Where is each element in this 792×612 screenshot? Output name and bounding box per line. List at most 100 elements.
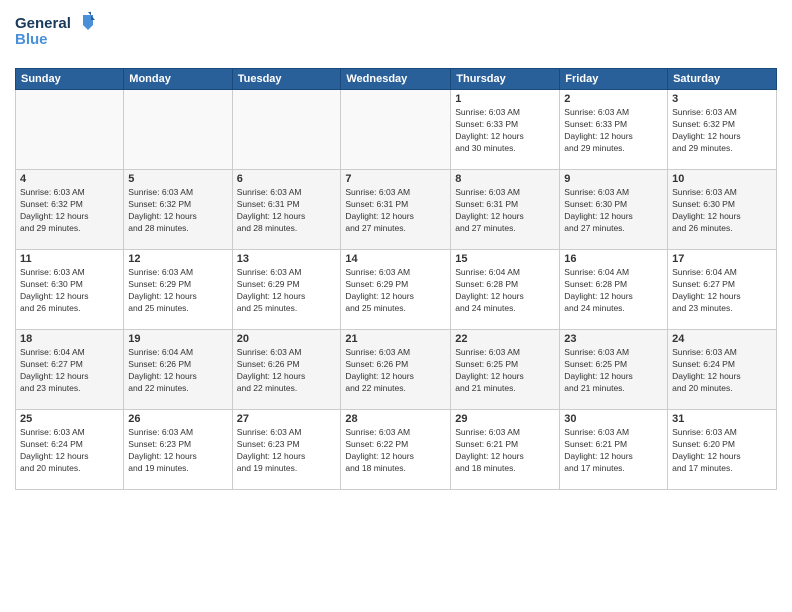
calendar-cell: 24 Sunrise: 6:03 AM Sunset: 6:24 PM Dayli… bbox=[668, 330, 777, 410]
day-info: Sunrise: 6:04 AM Sunset: 6:28 PM Dayligh… bbox=[455, 267, 555, 315]
day-number: 24 bbox=[672, 333, 772, 345]
day-number: 21 bbox=[345, 333, 446, 345]
day-of-week-header: Wednesday bbox=[341, 69, 451, 90]
day-number: 8 bbox=[455, 173, 555, 185]
day-number: 30 bbox=[564, 413, 663, 425]
svg-text:General: General bbox=[15, 15, 71, 32]
day-number: 3 bbox=[672, 93, 772, 105]
svg-text:Blue: Blue bbox=[15, 31, 48, 48]
calendar-cell: 10 Sunrise: 6:03 AM Sunset: 6:30 PM Dayli… bbox=[668, 170, 777, 250]
day-info: Sunrise: 6:03 AM Sunset: 6:21 PM Dayligh… bbox=[455, 427, 555, 475]
day-number: 29 bbox=[455, 413, 555, 425]
day-number: 11 bbox=[20, 253, 119, 265]
day-info: Sunrise: 6:03 AM Sunset: 6:31 PM Dayligh… bbox=[455, 187, 555, 235]
calendar-cell bbox=[124, 90, 232, 170]
day-info: Sunrise: 6:03 AM Sunset: 6:33 PM Dayligh… bbox=[455, 107, 555, 155]
day-info: Sunrise: 6:03 AM Sunset: 6:20 PM Dayligh… bbox=[672, 427, 772, 475]
logo: General Blue bbox=[15, 10, 105, 60]
calendar-table: SundayMondayTuesdayWednesdayThursdayFrid… bbox=[15, 68, 777, 490]
calendar-cell: 27 Sunrise: 6:03 AM Sunset: 6:23 PM Dayli… bbox=[232, 410, 341, 490]
day-number: 6 bbox=[237, 173, 337, 185]
day-info: Sunrise: 6:03 AM Sunset: 6:23 PM Dayligh… bbox=[128, 427, 227, 475]
calendar-cell: 15 Sunrise: 6:04 AM Sunset: 6:28 PM Dayli… bbox=[451, 250, 560, 330]
day-info: Sunrise: 6:03 AM Sunset: 6:29 PM Dayligh… bbox=[345, 267, 446, 315]
calendar-cell: 25 Sunrise: 6:03 AM Sunset: 6:24 PM Dayli… bbox=[16, 410, 124, 490]
calendar-cell: 7 Sunrise: 6:03 AM Sunset: 6:31 PM Daylig… bbox=[341, 170, 451, 250]
day-number: 20 bbox=[237, 333, 337, 345]
calendar-cell: 3 Sunrise: 6:03 AM Sunset: 6:32 PM Daylig… bbox=[668, 90, 777, 170]
calendar-header-row: SundayMondayTuesdayWednesdayThursdayFrid… bbox=[16, 69, 777, 90]
day-number: 10 bbox=[672, 173, 772, 185]
calendar-cell: 5 Sunrise: 6:03 AM Sunset: 6:32 PM Daylig… bbox=[124, 170, 232, 250]
day-info: Sunrise: 6:03 AM Sunset: 6:25 PM Dayligh… bbox=[455, 347, 555, 395]
day-info: Sunrise: 6:03 AM Sunset: 6:26 PM Dayligh… bbox=[237, 347, 337, 395]
day-number: 12 bbox=[128, 253, 227, 265]
calendar-week-row: 11 Sunrise: 6:03 AM Sunset: 6:30 PM Dayli… bbox=[16, 250, 777, 330]
calendar-week-row: 4 Sunrise: 6:03 AM Sunset: 6:32 PM Daylig… bbox=[16, 170, 777, 250]
day-info: Sunrise: 6:03 AM Sunset: 6:30 PM Dayligh… bbox=[564, 187, 663, 235]
day-number: 15 bbox=[455, 253, 555, 265]
day-info: Sunrise: 6:03 AM Sunset: 6:29 PM Dayligh… bbox=[237, 267, 337, 315]
day-info: Sunrise: 6:03 AM Sunset: 6:24 PM Dayligh… bbox=[672, 347, 772, 395]
day-number: 19 bbox=[128, 333, 227, 345]
day-info: Sunrise: 6:04 AM Sunset: 6:27 PM Dayligh… bbox=[672, 267, 772, 315]
day-info: Sunrise: 6:03 AM Sunset: 6:31 PM Dayligh… bbox=[345, 187, 446, 235]
day-number: 23 bbox=[564, 333, 663, 345]
calendar-cell: 22 Sunrise: 6:03 AM Sunset: 6:25 PM Dayli… bbox=[451, 330, 560, 410]
day-info: Sunrise: 6:03 AM Sunset: 6:31 PM Dayligh… bbox=[237, 187, 337, 235]
calendar-week-row: 1Sunrise: 6:03 AM Sunset: 6:33 PM Daylig… bbox=[16, 90, 777, 170]
calendar-cell: 11 Sunrise: 6:03 AM Sunset: 6:30 PM Dayli… bbox=[16, 250, 124, 330]
calendar-cell: 19 Sunrise: 6:04 AM Sunset: 6:26 PM Dayli… bbox=[124, 330, 232, 410]
day-number: 17 bbox=[672, 253, 772, 265]
calendar-cell: 1Sunrise: 6:03 AM Sunset: 6:33 PM Daylig… bbox=[451, 90, 560, 170]
day-info: Sunrise: 6:04 AM Sunset: 6:28 PM Dayligh… bbox=[564, 267, 663, 315]
day-info: Sunrise: 6:03 AM Sunset: 6:21 PM Dayligh… bbox=[564, 427, 663, 475]
calendar-cell bbox=[341, 90, 451, 170]
day-info: Sunrise: 6:03 AM Sunset: 6:25 PM Dayligh… bbox=[564, 347, 663, 395]
page-container: General Blue SundayMondayTuesdayWednesda… bbox=[0, 0, 792, 612]
day-info: Sunrise: 6:04 AM Sunset: 6:26 PM Dayligh… bbox=[128, 347, 227, 395]
day-info: Sunrise: 6:03 AM Sunset: 6:26 PM Dayligh… bbox=[345, 347, 446, 395]
day-number: 31 bbox=[672, 413, 772, 425]
day-number: 5 bbox=[128, 173, 227, 185]
calendar-cell: 31 Sunrise: 6:03 AM Sunset: 6:20 PM Dayli… bbox=[668, 410, 777, 490]
calendar-cell: 21 Sunrise: 6:03 AM Sunset: 6:26 PM Dayli… bbox=[341, 330, 451, 410]
day-info: Sunrise: 6:03 AM Sunset: 6:32 PM Dayligh… bbox=[128, 187, 227, 235]
logo-text: General Blue bbox=[15, 10, 105, 60]
calendar-week-row: 25 Sunrise: 6:03 AM Sunset: 6:24 PM Dayli… bbox=[16, 410, 777, 490]
calendar-cell: 12 Sunrise: 6:03 AM Sunset: 6:29 PM Dayli… bbox=[124, 250, 232, 330]
calendar-cell: 26 Sunrise: 6:03 AM Sunset: 6:23 PM Dayli… bbox=[124, 410, 232, 490]
day-number: 22 bbox=[455, 333, 555, 345]
day-number: 26 bbox=[128, 413, 227, 425]
day-number: 16 bbox=[564, 253, 663, 265]
calendar-cell: 16 Sunrise: 6:04 AM Sunset: 6:28 PM Dayli… bbox=[560, 250, 668, 330]
day-of-week-header: Thursday bbox=[451, 69, 560, 90]
day-number: 9 bbox=[564, 173, 663, 185]
calendar-cell: 9 Sunrise: 6:03 AM Sunset: 6:30 PM Daylig… bbox=[560, 170, 668, 250]
day-number: 27 bbox=[237, 413, 337, 425]
day-info: Sunrise: 6:03 AM Sunset: 6:29 PM Dayligh… bbox=[128, 267, 227, 315]
day-info: Sunrise: 6:03 AM Sunset: 6:22 PM Dayligh… bbox=[345, 427, 446, 475]
day-info: Sunrise: 6:03 AM Sunset: 6:23 PM Dayligh… bbox=[237, 427, 337, 475]
calendar-cell: 6 Sunrise: 6:03 AM Sunset: 6:31 PM Daylig… bbox=[232, 170, 341, 250]
day-info: Sunrise: 6:03 AM Sunset: 6:24 PM Dayligh… bbox=[20, 427, 119, 475]
day-number: 13 bbox=[237, 253, 337, 265]
calendar-cell: 29 Sunrise: 6:03 AM Sunset: 6:21 PM Dayli… bbox=[451, 410, 560, 490]
day-info: Sunrise: 6:03 AM Sunset: 6:30 PM Dayligh… bbox=[20, 267, 119, 315]
day-number: 25 bbox=[20, 413, 119, 425]
day-info: Sunrise: 6:03 AM Sunset: 6:32 PM Dayligh… bbox=[20, 187, 119, 235]
calendar-cell: 28Sunrise: 6:03 AM Sunset: 6:22 PM Dayli… bbox=[341, 410, 451, 490]
day-info: Sunrise: 6:04 AM Sunset: 6:27 PM Dayligh… bbox=[20, 347, 119, 395]
calendar-cell: 8 Sunrise: 6:03 AM Sunset: 6:31 PM Daylig… bbox=[451, 170, 560, 250]
calendar-cell: 13 Sunrise: 6:03 AM Sunset: 6:29 PM Dayli… bbox=[232, 250, 341, 330]
day-info: Sunrise: 6:03 AM Sunset: 6:32 PM Dayligh… bbox=[672, 107, 772, 155]
day-number: 4 bbox=[20, 173, 119, 185]
day-info: Sunrise: 6:03 AM Sunset: 6:33 PM Dayligh… bbox=[564, 107, 663, 155]
calendar-cell: 2Sunrise: 6:03 AM Sunset: 6:33 PM Daylig… bbox=[560, 90, 668, 170]
day-number: 7 bbox=[345, 173, 446, 185]
calendar-cell: 20 Sunrise: 6:03 AM Sunset: 6:26 PM Dayli… bbox=[232, 330, 341, 410]
day-of-week-header: Friday bbox=[560, 69, 668, 90]
day-info: Sunrise: 6:03 AM Sunset: 6:30 PM Dayligh… bbox=[672, 187, 772, 235]
day-of-week-header: Sunday bbox=[16, 69, 124, 90]
day-of-week-header: Tuesday bbox=[232, 69, 341, 90]
